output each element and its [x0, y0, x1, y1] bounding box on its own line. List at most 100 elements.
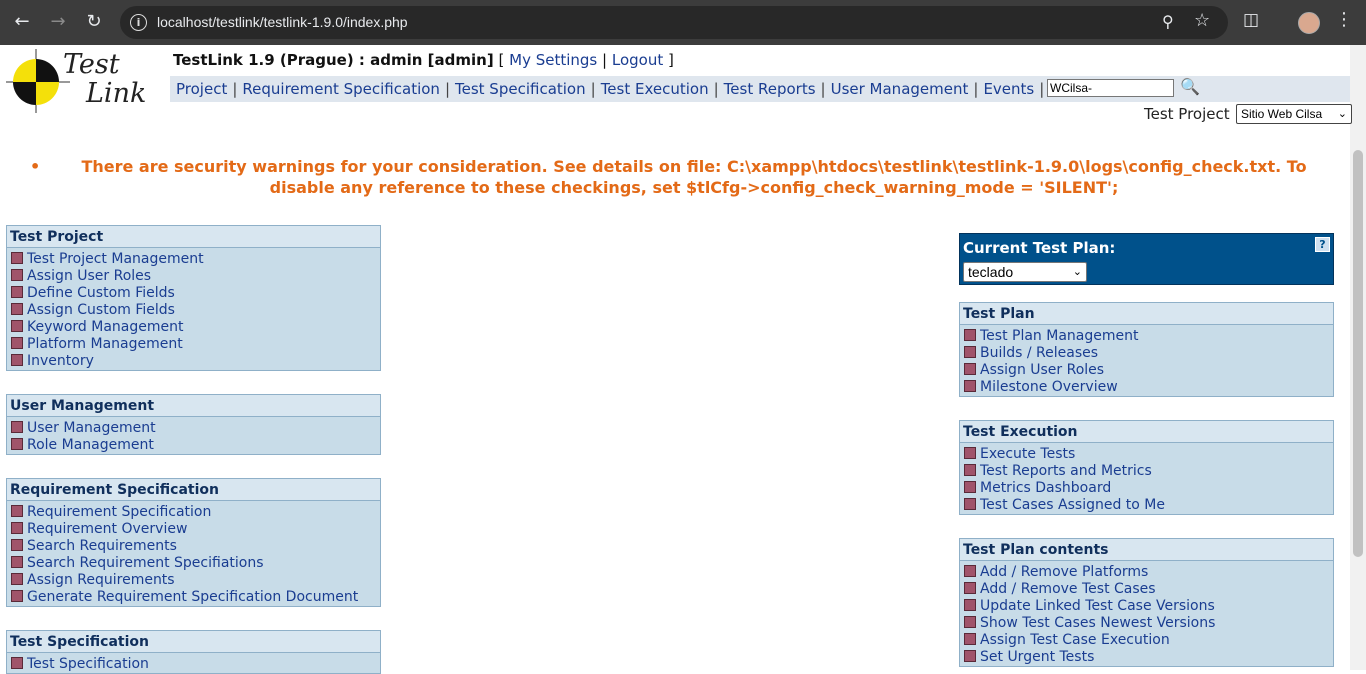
box-link-item[interactable]: Test Reports and Metrics — [964, 463, 1333, 480]
box-link-item[interactable]: Define Custom Fields — [11, 285, 380, 302]
box-link-item[interactable]: Requirement Specification — [11, 504, 380, 521]
box-link-item[interactable]: Add / Remove Platforms — [964, 564, 1333, 581]
box-link-item[interactable]: Search Requirement Specifiations — [11, 555, 380, 572]
box-link-label[interactable]: Generate Requirement Specification Docum… — [27, 589, 358, 605]
box-link-item[interactable]: Assign User Roles — [11, 268, 380, 285]
box-link-item[interactable]: Generate Requirement Specification Docum… — [11, 589, 380, 606]
box-title: User Management — [7, 395, 380, 417]
test-project-label: Test Project — [1144, 105, 1230, 123]
box-link-item[interactable]: Role Management — [11, 437, 380, 454]
menu-item-events[interactable]: Events — [983, 80, 1034, 98]
reload-icon[interactable]: ↻ — [81, 9, 107, 35]
box-link-label[interactable]: Assign Requirements — [27, 572, 175, 588]
box-link-item[interactable]: Inventory — [11, 353, 380, 370]
testcase-search-input[interactable] — [1047, 79, 1174, 97]
bullet-square-icon — [964, 464, 976, 476]
box-link-item[interactable]: Requirement Overview — [11, 521, 380, 538]
box-link-label[interactable]: Milestone Overview — [980, 379, 1118, 395]
box-links: Test Specification — [7, 653, 380, 673]
box-link-label[interactable]: Update Linked Test Case Versions — [980, 598, 1215, 614]
box-link-item[interactable]: Show Test Cases Newest Versions — [964, 615, 1333, 632]
box-link-label[interactable]: User Management — [27, 420, 156, 436]
test-plan-select[interactable]: teclado ⌄ — [963, 262, 1087, 282]
chevron-down-icon: ⌄ — [1337, 108, 1347, 120]
bookmark-star-icon[interactable]: ☆ — [1194, 10, 1210, 31]
box-link-item[interactable]: Builds / Releases — [964, 345, 1333, 362]
box-link-label[interactable]: Test Plan Management — [980, 328, 1138, 344]
menu-item-test-execution[interactable]: Test Execution — [601, 80, 709, 98]
logo-text-top: Test — [63, 49, 120, 80]
menu-separator: | — [713, 80, 719, 98]
magnifier-search-icon[interactable]: 🔍 — [1180, 77, 1200, 96]
box-link-label[interactable]: Search Requirement Specifiations — [27, 555, 264, 571]
box-link-item[interactable]: Test Plan Management — [964, 328, 1333, 345]
box-link-item[interactable]: Test Specification — [11, 656, 380, 673]
box-link-item[interactable]: Milestone Overview — [964, 379, 1333, 396]
menu-item-user-management[interactable]: User Management — [831, 80, 969, 98]
box-link-item[interactable]: Update Linked Test Case Versions — [964, 598, 1333, 615]
box-link-item[interactable]: User Management — [11, 420, 380, 437]
test-project-select[interactable]: Sitio Web Cilsa ⌄ — [1236, 104, 1352, 124]
browser-menu-icon[interactable]: ⋮ — [1335, 9, 1353, 30]
box-link-label[interactable]: Requirement Overview — [27, 521, 187, 537]
menu-item-test-specification[interactable]: Test Specification — [455, 80, 586, 98]
url-text[interactable]: localhost/testlink/testlink-1.9.0/index.… — [157, 14, 408, 30]
zoom-icon[interactable]: ⚲ — [1162, 12, 1174, 31]
box-link-item[interactable]: Test Project Management — [11, 251, 380, 268]
box-link-label[interactable]: Test Cases Assigned to Me — [980, 497, 1165, 513]
box-link-label[interactable]: Role Management — [27, 437, 154, 453]
box-link-item[interactable]: Assign Test Case Execution — [964, 632, 1333, 649]
page-scrollbar[interactable] — [1350, 45, 1366, 670]
box-link-item[interactable]: Platform Management — [11, 336, 380, 353]
box-link-label[interactable]: Requirement Specification — [27, 504, 211, 520]
box-link-item[interactable]: Metrics Dashboard — [964, 480, 1333, 497]
box-link-label[interactable]: Test Reports and Metrics — [980, 463, 1152, 479]
help-icon[interactable]: ? — [1315, 237, 1330, 252]
box-link-label[interactable]: Platform Management — [27, 336, 183, 352]
box-link-item[interactable]: Add / Remove Test Cases — [964, 581, 1333, 598]
box-link-item[interactable]: Assign Custom Fields — [11, 302, 380, 319]
address-bar[interactable]: i localhost/testlink/testlink-1.9.0/inde… — [120, 6, 1228, 39]
site-info-icon[interactable]: i — [130, 14, 147, 31]
box-link-label[interactable]: Test Project Management — [27, 251, 204, 267]
menu-box-test-execution: Test Execution Execute Tests Test Reports … — [959, 420, 1334, 515]
box-link-item[interactable]: Assign User Roles — [964, 362, 1333, 379]
box-link-label[interactable]: Assign Test Case Execution — [980, 632, 1170, 648]
my-settings-link[interactable]: My Settings — [509, 51, 597, 69]
menu-item-project[interactable]: Project — [176, 80, 227, 98]
back-arrow-icon[interactable]: ← — [9, 9, 35, 35]
box-link-label[interactable]: Add / Remove Platforms — [980, 564, 1148, 580]
extensions-icon[interactable]: ◫ — [1243, 10, 1259, 30]
box-link-label[interactable]: Builds / Releases — [980, 345, 1098, 361]
bullet-square-icon — [11, 522, 23, 534]
box-link-label[interactable]: Assign User Roles — [980, 362, 1104, 378]
bullet-square-icon — [964, 447, 976, 459]
logout-link[interactable]: Logout — [612, 51, 663, 69]
bullet-square-icon — [11, 438, 23, 450]
scrollbar-thumb[interactable] — [1353, 150, 1363, 557]
box-link-item[interactable]: Assign Requirements — [11, 572, 380, 589]
box-link-label[interactable]: Set Urgent Tests — [980, 649, 1094, 665]
profile-avatar[interactable] — [1298, 12, 1320, 34]
box-link-label[interactable]: Metrics Dashboard — [980, 480, 1111, 496]
box-link-item[interactable]: Search Requirements — [11, 538, 380, 555]
box-link-label[interactable]: Define Custom Fields — [27, 285, 175, 301]
box-title: Test Plan — [960, 303, 1333, 325]
forward-arrow-icon[interactable]: → — [45, 9, 71, 35]
box-link-label[interactable]: Execute Tests — [980, 446, 1075, 462]
box-link-item[interactable]: Execute Tests — [964, 446, 1333, 463]
bullet-square-icon — [11, 320, 23, 332]
box-link-label[interactable]: Keyword Management — [27, 319, 183, 335]
bracket-open: [ — [498, 51, 505, 69]
box-link-label[interactable]: Assign User Roles — [27, 268, 151, 284]
box-link-item[interactable]: Set Urgent Tests — [964, 649, 1333, 666]
box-link-label[interactable]: Assign Custom Fields — [27, 302, 175, 318]
box-link-label[interactable]: Add / Remove Test Cases — [980, 581, 1156, 597]
menu-item-requirement-specification[interactable]: Requirement Specification — [242, 80, 440, 98]
box-link-label[interactable]: Search Requirements — [27, 538, 177, 554]
box-link-label[interactable]: Inventory — [27, 353, 94, 369]
box-link-item[interactable]: Test Cases Assigned to Me — [964, 497, 1333, 514]
box-link-item[interactable]: Keyword Management — [11, 319, 380, 336]
box-link-label[interactable]: Show Test Cases Newest Versions — [980, 615, 1215, 631]
menu-item-test-reports[interactable]: Test Reports — [724, 80, 816, 98]
